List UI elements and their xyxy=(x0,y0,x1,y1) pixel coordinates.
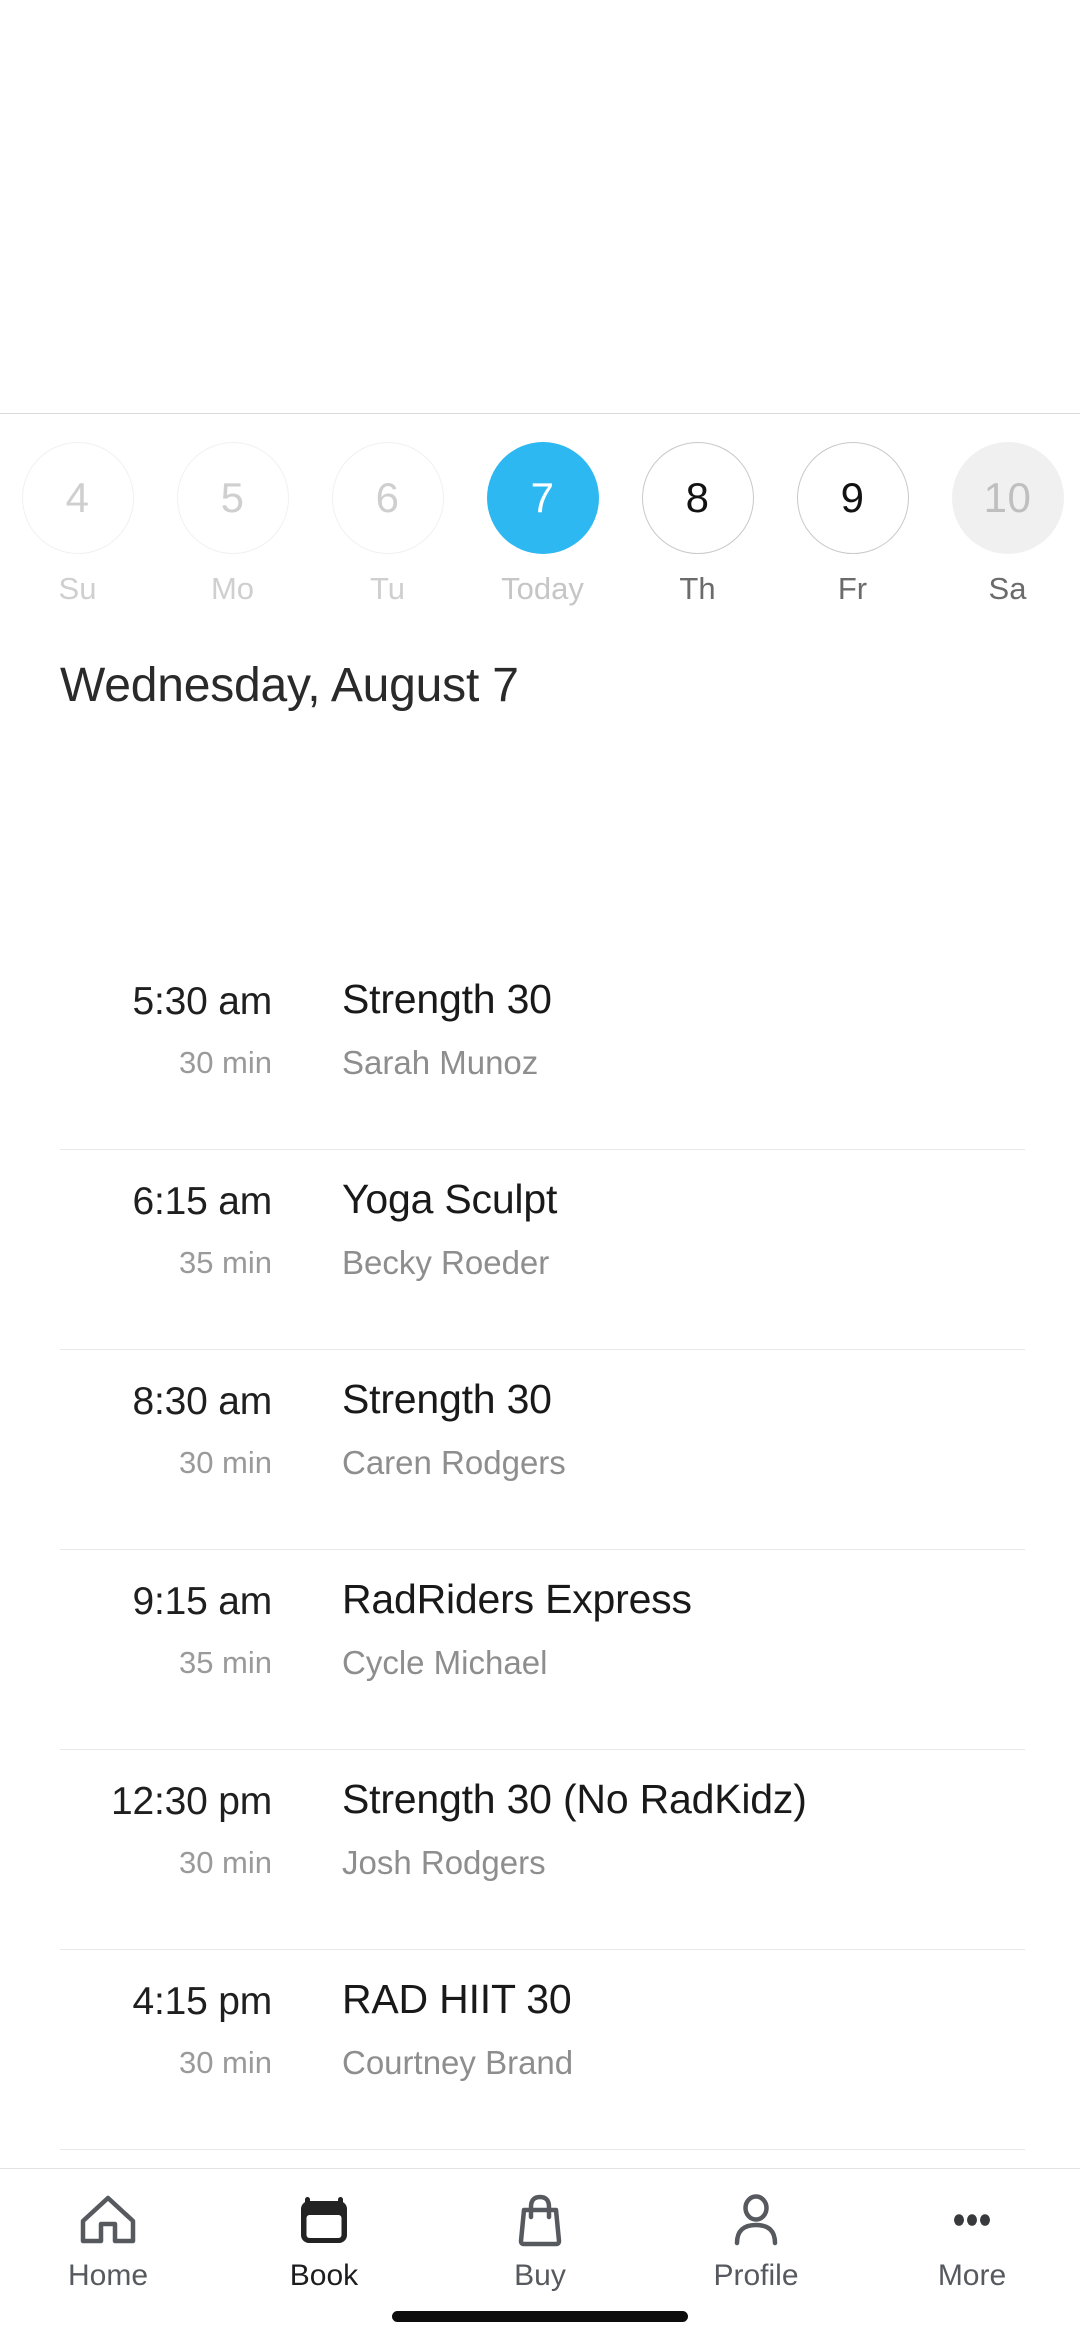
class-time-column: 9:15 am 35 min xyxy=(0,1550,290,1681)
class-duration: 35 min xyxy=(178,1645,272,1680)
date-circle[interactable]: 6 xyxy=(331,442,444,554)
date-circle[interactable]: 4 xyxy=(21,442,134,554)
page-title: Wednesday, August 7 xyxy=(60,659,519,712)
class-start-time: 9:15 am xyxy=(132,1580,272,1623)
class-instructor: Caren Rodgers xyxy=(342,1444,566,1481)
class-start-time: 6:15 am xyxy=(132,1180,272,1223)
person-icon xyxy=(725,2189,787,2251)
date-number: 5 xyxy=(220,474,245,521)
nav-label-buy: Buy xyxy=(514,2259,566,2292)
class-instructor: Becky Roeder xyxy=(342,1244,550,1281)
nav-label-home: Home xyxy=(67,2259,149,2292)
nav-item-more[interactable]: More xyxy=(864,2189,1080,2293)
date-weekday-label: Su xyxy=(58,571,97,606)
class-start-time: 5:30 am xyxy=(132,980,272,1023)
class-list-item[interactable]: 8:30 am 30 min Strength 30 Caren Rodgers xyxy=(0,1350,1080,1550)
class-instructor: Courtney Brand xyxy=(342,2044,574,2081)
date-cell-8[interactable]: 8 Th xyxy=(620,442,775,607)
nav-item-home[interactable]: Home xyxy=(0,2189,216,2293)
date-cell-6[interactable]: 6 Tu xyxy=(310,442,465,607)
class-start-time: 12:30 pm xyxy=(110,1780,272,1823)
nav-item-profile[interactable]: Profile xyxy=(648,2189,864,2293)
class-time-column: 12:30 pm 30 min xyxy=(0,1750,290,1881)
class-info-column: Strength 30 Sarah Munoz xyxy=(290,950,1080,1082)
date-weekday-label: Sa xyxy=(988,571,1027,606)
class-start-time: 8:30 am xyxy=(132,1380,272,1423)
date-number: 8 xyxy=(685,474,710,521)
date-circle-selected[interactable]: 7 xyxy=(486,442,599,554)
nav-item-buy[interactable]: Buy xyxy=(432,2189,648,2293)
date-number: 10 xyxy=(983,474,1032,521)
class-list-item[interactable]: 5:30 am 30 min Strength 30 Sarah Munoz xyxy=(0,950,1080,1150)
class-time-column: 5:00 pm xyxy=(0,2150,290,2168)
date-number: 4 xyxy=(65,474,90,521)
class-start-time: 4:15 pm xyxy=(132,1980,272,2023)
class-info-column: Strength 30 Caren Rodgers xyxy=(290,1350,1080,1482)
date-circle[interactable]: 5 xyxy=(176,442,289,554)
date-number: 7 xyxy=(530,474,555,521)
class-list-scroll-area[interactable]: 5:30 am 30 min Strength 30 Sarah Munoz 6… xyxy=(0,908,1080,2168)
class-title: Strength 30 (No RadKidz) xyxy=(342,1776,807,1822)
nav-label-profile: Profile xyxy=(713,2259,799,2292)
class-info-column: RadRiders Express xyxy=(290,2150,1080,2168)
class-info-column: Yoga Sculpt Becky Roeder xyxy=(290,1150,1080,1282)
class-instructor: Cycle Michael xyxy=(342,1644,548,1681)
class-list-item[interactable]: 12:30 pm 30 min Strength 30 (No RadKidz)… xyxy=(0,1750,1080,1950)
nav-label-book: Book xyxy=(289,2259,359,2292)
calendar-icon xyxy=(293,2189,355,2251)
class-instructor: Josh Rodgers xyxy=(342,1844,546,1881)
class-time-column: 4:15 pm 30 min xyxy=(0,1950,290,2081)
date-weekday-label: Mo xyxy=(210,571,255,606)
class-list-item[interactable]: 5:00 pm RadRiders Express xyxy=(0,2150,1080,2168)
ellipsis-icon xyxy=(941,2189,1003,2251)
class-duration: 30 min xyxy=(178,1445,272,1480)
class-info-column: Strength 30 (No RadKidz) Josh Rodgers xyxy=(290,1750,1080,1882)
class-title: Strength 30 xyxy=(342,976,552,1022)
home-indicator xyxy=(392,2311,688,2322)
date-cell-5[interactable]: 5 Mo xyxy=(155,442,310,607)
date-cell-7-today-selected[interactable]: 7 Today xyxy=(465,442,620,607)
nav-item-book[interactable]: Book xyxy=(216,2189,432,2293)
class-title: Strength 30 xyxy=(342,1376,552,1422)
class-list: 5:30 am 30 min Strength 30 Sarah Munoz 6… xyxy=(0,950,1080,2168)
date-circle[interactable]: 10 xyxy=(951,442,1064,554)
home-icon xyxy=(77,2189,139,2251)
class-time-column: 5:30 am 30 min xyxy=(0,950,290,1081)
date-circle[interactable]: 9 xyxy=(796,442,909,554)
class-time-column: 8:30 am 30 min xyxy=(0,1350,290,1481)
date-cell-10[interactable]: 10 Sa xyxy=(930,442,1080,607)
shopping-bag-icon xyxy=(509,2189,571,2251)
date-circle[interactable]: 8 xyxy=(641,442,754,554)
nav-label-more: More xyxy=(937,2259,1007,2292)
date-weekday-label: Fr xyxy=(837,571,868,606)
class-info-column: RadRiders Express Cycle Michael xyxy=(290,1550,1080,1682)
class-title: RAD HIIT 30 xyxy=(342,1976,572,2022)
class-duration: 30 min xyxy=(178,2045,272,2080)
class-title: RadRiders Express xyxy=(342,1576,692,1622)
class-list-item[interactable]: 9:15 am 35 min RadRiders Express Cycle M… xyxy=(0,1550,1080,1750)
class-list-item[interactable]: 4:15 pm 30 min RAD HIIT 30 Courtney Bran… xyxy=(0,1950,1080,2150)
date-weekday-label: Today xyxy=(501,571,584,606)
class-time-column: 6:15 am 35 min xyxy=(0,1150,290,1281)
class-info-column: RAD HIIT 30 Courtney Brand xyxy=(290,1950,1080,2082)
date-number: 6 xyxy=(375,474,400,521)
date-cell-9[interactable]: 9 Fr xyxy=(775,442,930,607)
date-weekday-label: Th xyxy=(679,571,716,606)
status-bar-area xyxy=(0,0,1080,413)
class-title: Yoga Sculpt xyxy=(342,1176,558,1222)
date-selector-strip[interactable]: 4 Su 5 Mo 6 Tu 7 Today 8 Th 9 Fr 10 Sa xyxy=(0,414,1080,644)
class-list-item[interactable]: 6:15 am 35 min Yoga Sculpt Becky Roeder xyxy=(0,1150,1080,1350)
date-cell-4[interactable]: 4 Su xyxy=(0,442,155,607)
class-duration: 30 min xyxy=(178,1045,272,1080)
class-duration: 30 min xyxy=(178,1845,272,1880)
class-duration: 35 min xyxy=(178,1245,272,1280)
date-weekday-label: Tu xyxy=(369,571,406,606)
date-number: 9 xyxy=(840,474,865,521)
class-instructor: Sarah Munoz xyxy=(342,1044,539,1081)
